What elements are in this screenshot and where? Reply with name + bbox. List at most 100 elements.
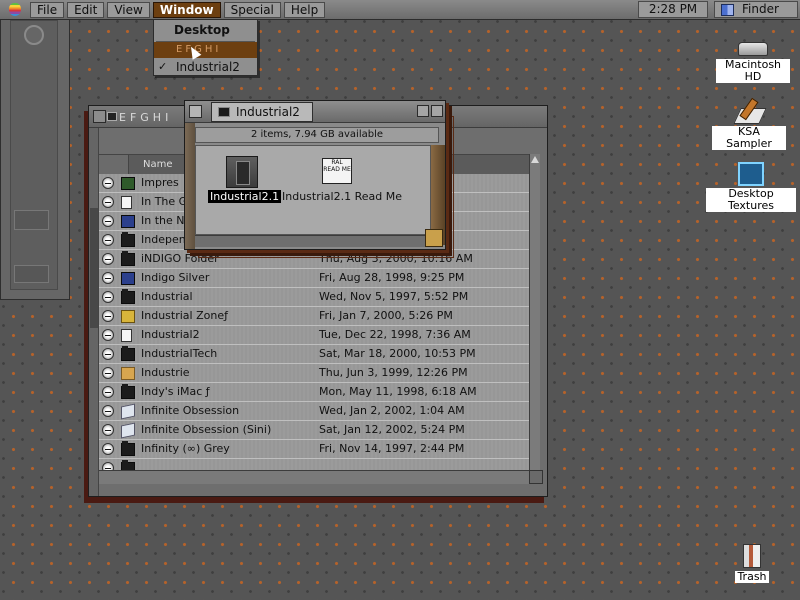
- disclosure-toggle[interactable]: [102, 291, 114, 303]
- resize-box[interactable]: [529, 470, 543, 484]
- item-name: In the N: [141, 214, 185, 227]
- item-name: Infinite Obsession (Sini): [141, 423, 272, 436]
- disclosure-toggle[interactable]: [102, 234, 114, 246]
- list-item[interactable]: Industrial2 Tue, Dec 22, 1998, 7:36 AM: [99, 326, 529, 345]
- desktop-icon-desktop-textures[interactable]: Desktop Textures: [706, 162, 796, 212]
- desktop-icon-trash[interactable]: Trash: [730, 544, 774, 583]
- hard-disk-icon: [738, 42, 768, 56]
- disclosure-toggle[interactable]: [102, 405, 114, 417]
- item-date: Tue, Dec 22, 1998, 7:36 AM: [319, 328, 471, 341]
- finder-icon: [721, 3, 734, 16]
- folder-icon: [218, 107, 230, 117]
- item-name: In The G: [141, 195, 188, 208]
- desktop-icon-macintosh-hd[interactable]: Macintosh HD: [716, 42, 790, 83]
- document-icon: [121, 196, 132, 209]
- disclosure-toggle[interactable]: [102, 348, 114, 360]
- desktop-textures-icon: [738, 162, 764, 186]
- application-icon[interactable]: [226, 156, 258, 188]
- folder-icon: [121, 215, 135, 228]
- menu-special[interactable]: Special: [223, 1, 281, 18]
- window-frame-left: [185, 123, 195, 249]
- list-item[interactable]: Industrial Wed, Nov 5, 1997, 5:52 PM: [99, 288, 529, 307]
- item-name: Infinite Obsession: [141, 404, 240, 417]
- disclosure-toggle[interactable]: [102, 196, 114, 208]
- disclosure-toggle[interactable]: [102, 177, 114, 189]
- item-date: Mon, May 11, 1998, 6:18 AM: [319, 385, 477, 398]
- resize-box[interactable]: [425, 229, 443, 247]
- disclosure-toggle[interactable]: [102, 462, 114, 470]
- item-date: Wed, Nov 5, 1997, 5:52 PM: [319, 290, 469, 303]
- close-box[interactable]: [189, 105, 202, 118]
- sort-order-button[interactable]: [99, 155, 129, 175]
- menu-window[interactable]: Window: [152, 1, 221, 18]
- list-item[interactable]: IndustrialTech Sat, Mar 18, 2000, 10:53 P…: [99, 345, 529, 364]
- list-item[interactable]: Infinity (∞) Grey Fri, Nov 14, 1997, 2:44…: [99, 440, 529, 459]
- background-window[interactable]: [0, 0, 70, 300]
- folder-icon: [121, 177, 135, 190]
- disclosure-toggle[interactable]: [102, 424, 114, 436]
- list-item[interactable]: Indigo Silver Fri, Aug 28, 1998, 9:25 PM: [99, 269, 529, 288]
- list-item[interactable]: Industrial Zoneƒ Fri, Jan 7, 2000, 5:26 P…: [99, 307, 529, 326]
- file-label-selected[interactable]: Industrial2.1: [208, 190, 282, 203]
- trash-icon: [743, 544, 761, 568]
- disclosure-toggle[interactable]: [102, 272, 114, 284]
- list-item[interactable]: [99, 459, 529, 470]
- folder-icon: [107, 112, 117, 121]
- list-item[interactable]: Infinite Obsession Wed, Jan 2, 2002, 1:04…: [99, 402, 529, 421]
- folder-icon: [121, 441, 135, 456]
- horizontal-scrollbar[interactable]: [99, 470, 539, 484]
- apple-menu[interactable]: [0, 1, 30, 19]
- list-item[interactable]: Infinite Obsession (Sini) Sat, Jan 12, 20…: [99, 421, 529, 440]
- application-name: Finder: [742, 2, 779, 16]
- desktop-icon-ksa-sampler[interactable]: KSA Sampler: [712, 98, 786, 150]
- icon-view[interactable]: Industrial2.1 RAL READ ME Industrial2.1 …: [195, 145, 431, 235]
- industrial2-title-bar[interactable]: Industrial2: [185, 101, 445, 123]
- disclosure-toggle[interactable]: [102, 329, 114, 341]
- zoom-box[interactable]: [417, 105, 429, 117]
- background-window-control[interactable]: [14, 265, 49, 283]
- menu-file[interactable]: File: [30, 1, 65, 18]
- scroll-up-arrow-icon[interactable]: [531, 156, 539, 163]
- industrial2-folder-window[interactable]: Industrial2 2 items, 7.94 GB available I…: [184, 100, 446, 250]
- checkmark-icon: ✓: [158, 60, 168, 73]
- readme-icon-text: READ ME: [323, 166, 351, 173]
- ksa-sampler-icon: [735, 98, 763, 124]
- desktop-icon-label: Desktop Textures: [706, 188, 796, 212]
- vertical-scrollbar[interactable]: [529, 154, 540, 470]
- close-box[interactable]: [93, 110, 106, 123]
- folder-icon: [121, 289, 135, 304]
- list-item[interactable]: Indy's iMac ƒ Mon, May 11, 1998, 6:18 AM: [99, 383, 529, 402]
- background-window-control[interactable]: [14, 210, 49, 230]
- item-name: Industrial: [141, 290, 193, 303]
- background-window-button[interactable]: [24, 25, 44, 45]
- menu-bar: File Edit View Window Special Help 2:28 …: [0, 0, 800, 20]
- item-date: Fri, Nov 14, 1997, 2:44 PM: [319, 442, 465, 455]
- disclosure-toggle[interactable]: [102, 367, 114, 379]
- menu-view[interactable]: View: [107, 1, 150, 18]
- menu-help[interactable]: Help: [283, 1, 326, 18]
- window-title: EFGHI: [119, 111, 173, 124]
- menu-item-industrial2[interactable]: ✓ Industrial2: [154, 58, 257, 76]
- readme-document-icon[interactable]: RAL READ ME: [322, 158, 352, 184]
- item-date: Fri, Jan 7, 2000, 5:26 PM: [319, 309, 453, 322]
- application-menu[interactable]: Finder: [714, 1, 798, 18]
- collapse-box[interactable]: [431, 105, 443, 117]
- title-tab[interactable]: Industrial2: [211, 102, 313, 122]
- item-date: Wed, Jan 2, 2002, 1:04 AM: [319, 404, 465, 417]
- disclosure-toggle[interactable]: [102, 253, 114, 265]
- folder-icon: [121, 346, 135, 361]
- folder-icon: [121, 272, 135, 285]
- disclosure-toggle[interactable]: [102, 215, 114, 227]
- window-title: Industrial2: [236, 105, 300, 119]
- disclosure-toggle[interactable]: [102, 386, 114, 398]
- list-item[interactable]: Industrie Thu, Jun 3, 1999, 12:26 PM: [99, 364, 529, 383]
- menu-clock[interactable]: 2:28 PM: [638, 1, 708, 18]
- menu-item-desktop[interactable]: Desktop: [154, 21, 257, 39]
- disclosure-toggle[interactable]: [102, 310, 114, 322]
- file-label[interactable]: Industrial2.1 Read Me: [282, 190, 402, 203]
- disclosure-toggle[interactable]: [102, 443, 114, 455]
- column-header-name[interactable]: Name: [143, 159, 173, 170]
- menu-item-efghi[interactable]: EFGHI: [154, 42, 257, 58]
- menu-edit[interactable]: Edit: [67, 1, 105, 18]
- folder-icon: [121, 384, 135, 399]
